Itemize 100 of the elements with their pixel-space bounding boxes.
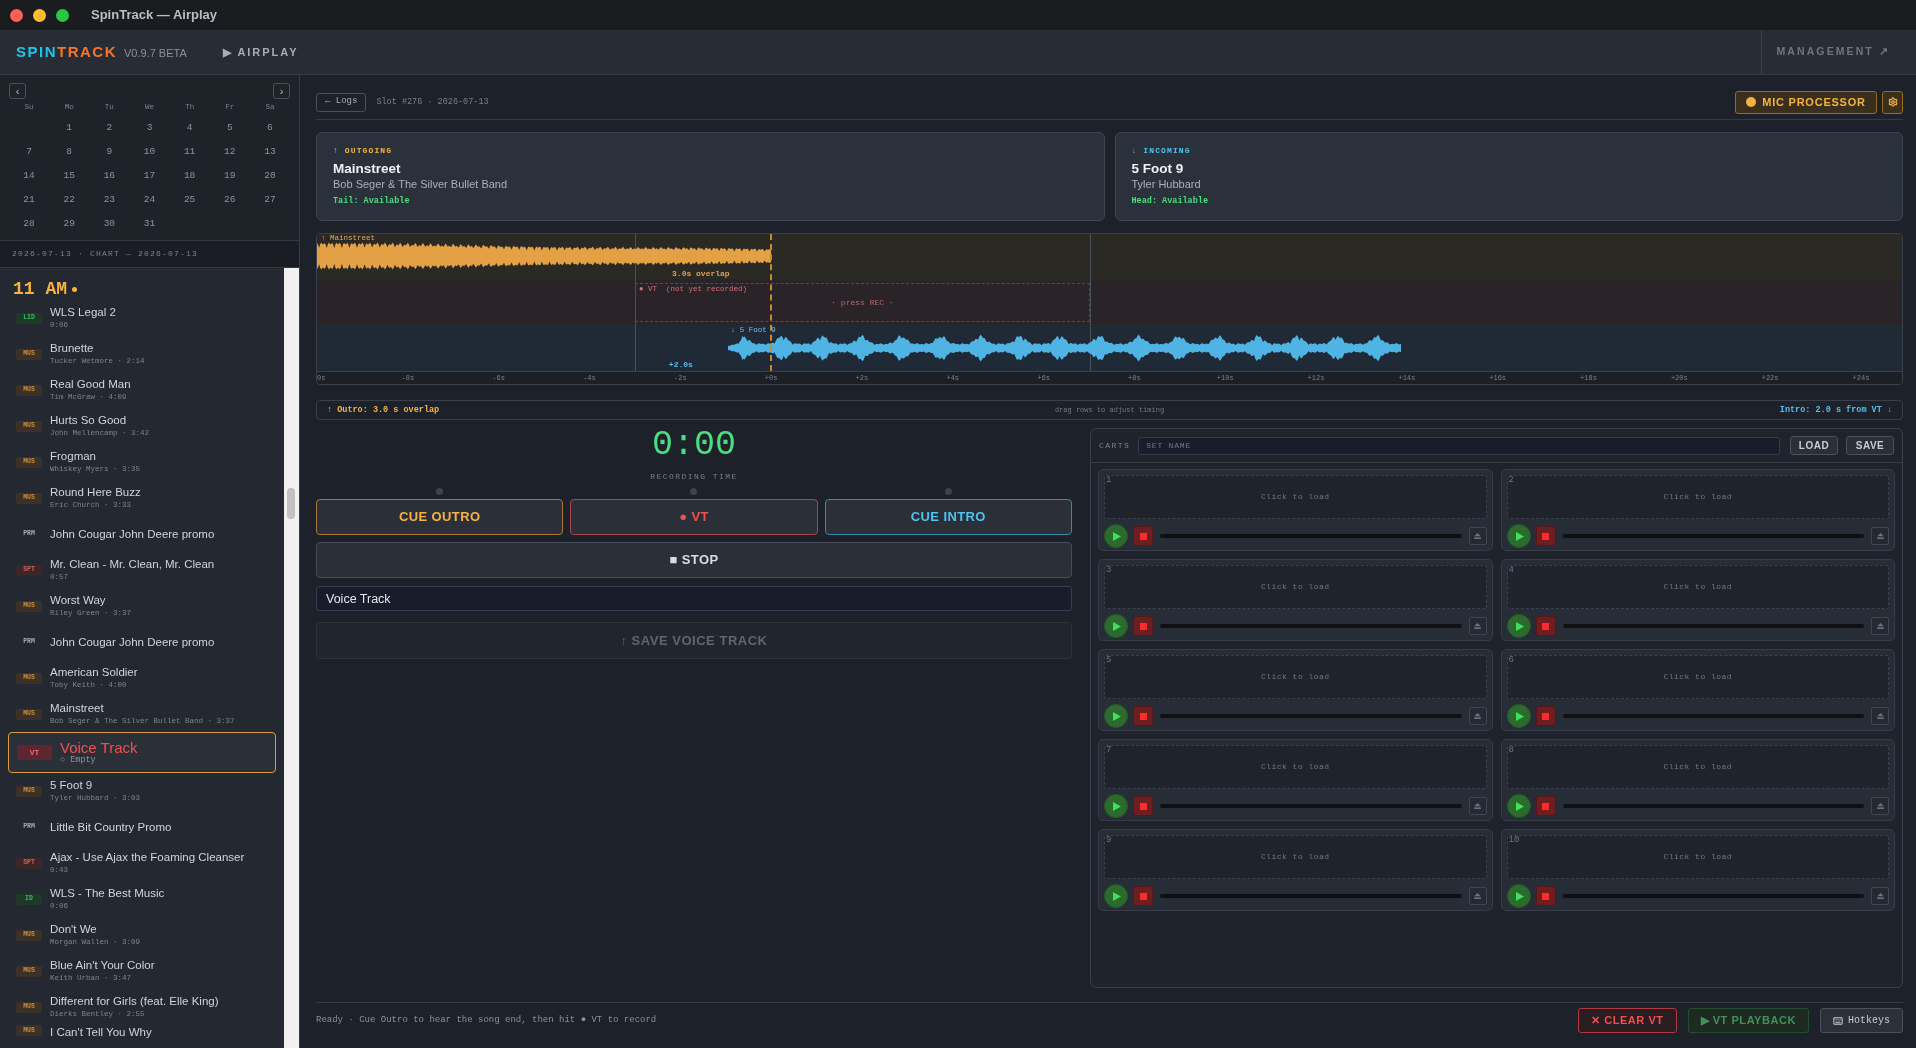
status-action-button[interactable]: Hotkeys — [1820, 1008, 1903, 1033]
play-button[interactable] — [1104, 704, 1128, 728]
cart-progress-track[interactable] — [1160, 894, 1462, 898]
scrollbar-thumb[interactable] — [287, 488, 295, 519]
voice-track-lane[interactable] — [317, 279, 1902, 325]
back-button[interactable]: ← Logs — [316, 92, 367, 112]
calendar-day[interactable]: 23 — [103, 193, 116, 208]
previous-month-button[interactable]: ‹ — [9, 83, 26, 99]
track-title: Real Good Man — [50, 377, 131, 392]
calendar-day[interactable]: 11 — [183, 145, 196, 160]
stop-icon — [1542, 622, 1549, 630]
calendar-day[interactable]: 22 — [63, 193, 75, 208]
card-artist: Bob Seger & The Silver Bullet Band — [333, 177, 508, 192]
stop-button[interactable] — [1133, 616, 1153, 636]
calendar-day[interactable]: 19 — [224, 169, 236, 184]
maximize-button[interactable] — [56, 8, 69, 22]
cart-progress-track[interactable] — [1562, 894, 1864, 898]
cart-progress-track[interactable] — [1160, 624, 1462, 628]
stop-button[interactable] — [1133, 796, 1153, 816]
stop-button[interactable] — [1535, 706, 1556, 726]
stop-button[interactable] — [1535, 886, 1556, 906]
eject-button[interactable] — [1871, 707, 1889, 725]
play-button[interactable] — [1506, 704, 1531, 728]
calendar-day[interactable]: 6 — [267, 121, 273, 136]
stop-button[interactable] — [1535, 796, 1556, 816]
calendar-day[interactable]: 8 — [66, 145, 73, 160]
cart-progress-track[interactable] — [1160, 714, 1462, 718]
mic-processor-button[interactable]: MIC PROCESSOR — [1735, 90, 1877, 114]
stop-button[interactable] — [1535, 616, 1556, 636]
cart-progress-track[interactable] — [1562, 534, 1864, 538]
play-button[interactable] — [1506, 524, 1531, 548]
minimize-button[interactable] — [33, 8, 46, 22]
calendar-day[interactable]: 14 — [23, 169, 35, 184]
calendar-day[interactable]: 15 — [63, 169, 75, 184]
calendar-day[interactable]: 28 — [23, 217, 35, 232]
set-name-field[interactable]: SET NAME — [1138, 436, 1780, 455]
calendar-day[interactable]: 18 — [183, 169, 196, 184]
calendar-day[interactable]: 10 — [143, 145, 156, 160]
eject-button[interactable] — [1871, 887, 1889, 905]
stop-button[interactable] — [1535, 526, 1556, 546]
calendar-day[interactable]: 27 — [264, 193, 276, 208]
calendar-day[interactable]: 25 — [183, 193, 196, 208]
playlist-row[interactable]: VT Voice Track ○ Empty — [8, 732, 276, 773]
close-button[interactable] — [10, 8, 23, 22]
eject-button[interactable] — [1468, 887, 1487, 905]
play-button[interactable] — [1506, 884, 1531, 908]
calendar-day[interactable]: 4 — [186, 121, 193, 136]
calendar-day[interactable]: 31 — [143, 217, 156, 232]
calendar-day[interactable]: 26 — [224, 193, 236, 208]
eject-button[interactable] — [1871, 797, 1889, 815]
calendar-day[interactable]: 24 — [143, 193, 156, 208]
voice-track-name-field[interactable]: Voice Track — [316, 586, 1072, 611]
play-button[interactable] — [1506, 614, 1531, 638]
calendar-day[interactable]: 16 — [103, 169, 116, 184]
stop-button[interactable]: ■ STOP — [316, 542, 1072, 578]
eject-button[interactable] — [1468, 527, 1487, 545]
load-button[interactable]: LOAD — [1790, 436, 1838, 455]
next-month-button[interactable]: › — [273, 83, 290, 99]
eject-button[interactable] — [1468, 617, 1487, 635]
cart-progress-track[interactable] — [1160, 534, 1462, 538]
calendar-day[interactable]: 5 — [226, 121, 233, 136]
management-link[interactable]: MANAGEMENT ↗ — [1776, 44, 1890, 60]
play-button[interactable] — [1104, 524, 1128, 548]
cart-progress-track[interactable] — [1160, 804, 1462, 808]
calendar-day[interactable]: 13 — [264, 145, 276, 160]
eject-button[interactable] — [1468, 707, 1487, 725]
eject-button[interactable] — [1871, 527, 1889, 545]
calendar-day[interactable]: 17 — [143, 169, 156, 184]
calendar-day[interactable]: 2 — [106, 121, 113, 136]
play-button[interactable] — [1104, 884, 1128, 908]
stop-icon — [1542, 802, 1549, 810]
calendar-day[interactable]: 20 — [264, 169, 276, 184]
cart-progress-track[interactable] — [1562, 624, 1864, 628]
save-button[interactable]: SAVE — [1846, 436, 1894, 455]
scrollbar-track[interactable] — [284, 268, 299, 1048]
calendar-day[interactable]: 1 — [66, 121, 73, 136]
play-button[interactable] — [1104, 794, 1128, 818]
cart-progress-track[interactable] — [1562, 714, 1864, 718]
eject-button[interactable] — [1871, 617, 1889, 635]
calendar-day[interactable]: 12 — [224, 145, 236, 160]
status-action-button[interactable]: ✕ CLEAR VT — [1578, 1008, 1677, 1033]
calendar-day[interactable]: 7 — [26, 145, 32, 160]
track-title: WLS - The Best Music — [50, 886, 165, 901]
calendar-day[interactable]: 3 — [146, 121, 153, 136]
calendar-day[interactable]: 21 — [23, 193, 35, 208]
transport-button[interactable]: CUE INTRO — [824, 499, 1072, 535]
eject-button[interactable] — [1468, 797, 1487, 815]
calendar-day[interactable]: 30 — [103, 217, 116, 232]
cart-progress-track[interactable] — [1562, 804, 1864, 808]
stop-button[interactable] — [1133, 706, 1153, 726]
airplay-link[interactable]: ▶ AIRPLAY — [222, 43, 299, 61]
play-button[interactable] — [1104, 614, 1128, 638]
stop-button[interactable] — [1133, 886, 1153, 906]
keyboard-icon — [1833, 1015, 1843, 1026]
calendar-day[interactable]: 9 — [106, 145, 113, 160]
stop-button[interactable] — [1133, 526, 1153, 546]
calendar-day[interactable]: 29 — [63, 217, 75, 232]
transport-button[interactable]: CUE OUTRO — [316, 499, 564, 535]
transport-button[interactable]: ● VT — [570, 499, 818, 535]
settings-button[interactable] — [1882, 90, 1903, 114]
